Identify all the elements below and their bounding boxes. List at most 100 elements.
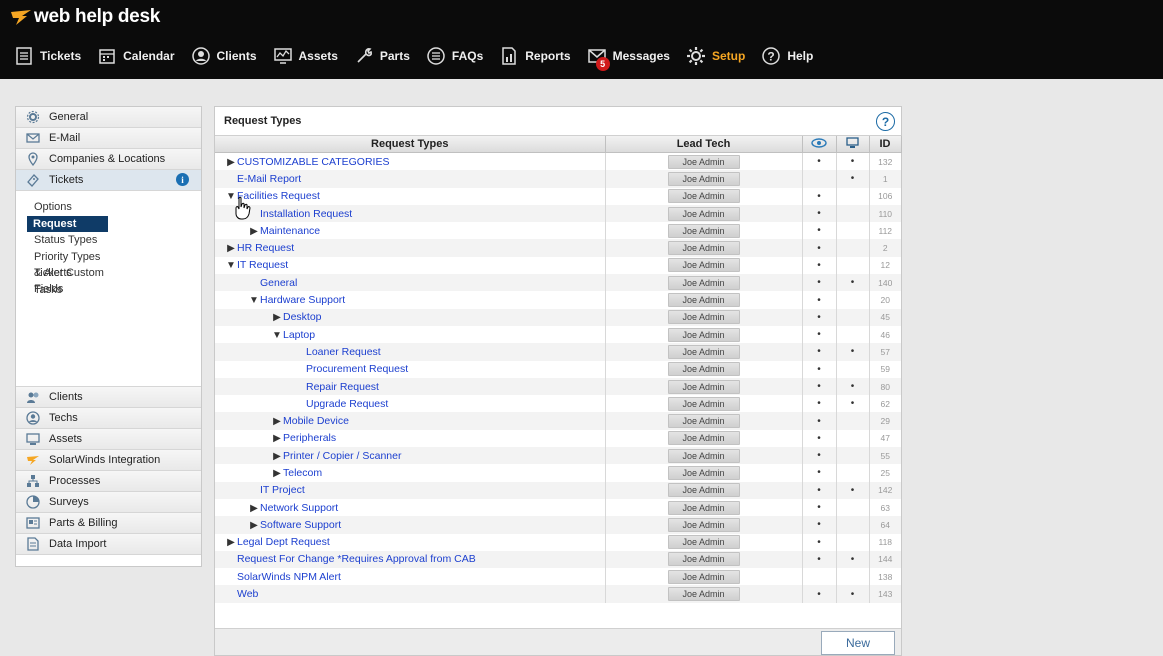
col-header-visible[interactable] — [802, 136, 837, 153]
table-row[interactable]: Upgrade Request Joe Admin • • 62 — [215, 395, 901, 413]
table-row[interactable]: Request For Change *Requires Approval fr… — [215, 550, 901, 569]
table-row[interactable]: ▼Laptop Joe Admin • 46 — [215, 325, 901, 344]
lead-tech-button[interactable]: Joe Admin — [667, 379, 740, 394]
table-row[interactable]: ▶ CUSTOMIZABLE CATEGORIES Joe Admin • • 1… — [215, 152, 901, 171]
request-type-link[interactable]: E-Mail Report — [237, 173, 301, 185]
sidebar-item-surveys[interactable]: Surveys — [16, 492, 201, 513]
subnav-item-status-types[interactable]: Status Types — [27, 232, 109, 249]
table-row[interactable]: ▶ Software Support Joe Admin • 64 — [215, 516, 901, 534]
table-row[interactable]: Loaner Request Joe Admin • • 57 — [215, 343, 901, 361]
table-row[interactable]: Repair Request Joe Admin • • 80 — [215, 377, 901, 396]
table-row[interactable]: ▼Hardware Support Joe Admin • 20 — [215, 291, 901, 309]
lead-tech-button[interactable]: Joe Admin — [667, 396, 740, 411]
app-logo[interactable]: web help desk — [10, 6, 160, 28]
request-type-link[interactable]: Laptop — [283, 329, 315, 341]
lead-tech-button[interactable]: Joe Admin — [667, 241, 740, 256]
sidebar-item-processes[interactable]: Processes — [16, 471, 201, 492]
collapse-arrow-icon[interactable]: ▼ — [248, 295, 260, 306]
sidebar-item-tickets[interactable]: Tickets i — [16, 170, 201, 191]
lead-tech-button[interactable]: Joe Admin — [667, 206, 740, 221]
lead-tech-button[interactable]: Joe Admin — [667, 223, 740, 238]
expand-arrow-icon[interactable]: ▶ — [271, 433, 283, 444]
col-header-request-types[interactable]: Request Types — [215, 136, 606, 153]
request-type-link[interactable]: Network Support — [260, 502, 338, 514]
request-type-link[interactable]: SolarWinds NPM Alert — [237, 571, 341, 583]
expand-arrow-icon[interactable]: ▶ — [271, 312, 283, 323]
request-type-link[interactable]: Mobile Device — [283, 415, 349, 427]
lead-tech-button[interactable]: Joe Admin — [667, 465, 740, 480]
nav-messages[interactable]: Messages 5 — [587, 46, 670, 71]
expand-arrow-icon[interactable]: ▶ — [248, 503, 260, 514]
request-type-link[interactable]: Web — [237, 588, 258, 600]
table-row[interactable]: Web Joe Admin • • 143 — [215, 585, 901, 603]
table-row[interactable]: Procurement Request Joe Admin • 59 — [215, 360, 901, 378]
table-row[interactable]: ▶ Mobile Device Joe Admin • 29 — [215, 412, 901, 430]
lead-tech-button[interactable]: Joe Admin — [667, 310, 740, 325]
lead-tech-button[interactable]: Joe Admin — [667, 414, 740, 429]
lead-tech-button[interactable]: Joe Admin — [667, 171, 740, 186]
expand-arrow-icon[interactable]: ▶ — [225, 157, 237, 168]
table-row[interactable]: IT Project Joe Admin • • 142 — [215, 481, 901, 499]
expand-arrow-icon[interactable]: ▶ — [225, 537, 237, 548]
nav-setup[interactable]: Setup — [686, 46, 745, 66]
sidebar-item-clients[interactable]: Clients — [16, 387, 201, 408]
col-header-lead-tech[interactable]: Lead Tech — [605, 136, 803, 153]
sidebar-item-data-import[interactable]: Data Import — [16, 534, 201, 555]
table-row[interactable]: Installation Request Joe Admin • 110 — [215, 204, 901, 223]
lead-tech-button[interactable]: Joe Admin — [667, 500, 740, 515]
request-type-link[interactable]: Software Support — [260, 519, 341, 531]
lead-tech-button[interactable]: Joe Admin — [667, 275, 740, 290]
request-type-link[interactable]: IT Request — [237, 259, 288, 271]
expand-arrow-icon[interactable]: ▶ — [248, 226, 260, 237]
table-row[interactable]: ▶ Telecom Joe Admin • 25 — [215, 464, 901, 482]
request-type-link[interactable]: IT Project — [260, 484, 305, 496]
table-row[interactable]: ▶ Network Support Joe Admin • 63 — [215, 498, 901, 517]
subnav-item-request-types[interactable]: Request Types — [27, 215, 108, 246]
request-type-link[interactable]: Repair Request — [306, 381, 379, 393]
expand-arrow-icon[interactable]: ▶ — [225, 243, 237, 254]
table-row[interactable]: ▶ Legal Dept Request Joe Admin • 118 — [215, 533, 901, 551]
new-request-type-button[interactable]: New — [821, 631, 895, 655]
lead-tech-button[interactable]: Joe Admin — [667, 293, 740, 308]
nav-help[interactable]: ? Help — [761, 46, 813, 66]
request-type-link[interactable]: Procurement Request — [306, 363, 408, 375]
lead-tech-button[interactable]: Joe Admin — [667, 431, 740, 446]
lead-tech-button[interactable]: Joe Admin — [667, 448, 740, 463]
table-row[interactable]: General Joe Admin • • 140 — [215, 274, 901, 292]
nav-reports[interactable]: Reports — [499, 46, 571, 66]
request-type-link[interactable]: Hardware Support — [260, 294, 345, 306]
table-row[interactable]: ▼IT Request Joe Admin • 12 — [215, 256, 901, 275]
col-header-display[interactable] — [836, 136, 870, 153]
nav-clients[interactable]: Clients — [191, 46, 257, 66]
nav-faqs[interactable]: FAQs — [426, 46, 483, 66]
col-header-id[interactable]: ID — [869, 136, 902, 153]
nav-assets[interactable]: Assets — [273, 46, 338, 66]
lead-tech-button[interactable]: Joe Admin — [667, 517, 740, 532]
request-type-link[interactable]: HR Request — [237, 242, 294, 254]
sidebar-item-techs[interactable]: Techs — [16, 408, 201, 429]
lead-tech-button[interactable]: Joe Admin — [667, 327, 740, 342]
sidebar-item-e-mail[interactable]: E-Mail — [16, 128, 201, 149]
sidebar-item-companies-locations[interactable]: Companies & Locations — [16, 149, 201, 170]
request-type-link[interactable]: Telecom — [283, 467, 322, 479]
table-row[interactable]: ▶ Desktop Joe Admin • 45 — [215, 308, 901, 326]
collapse-arrow-icon[interactable]: ▼ — [271, 330, 283, 341]
table-row[interactable]: ▶ Peripherals Joe Admin • 47 — [215, 429, 901, 448]
nav-calendar[interactable]: Calendar — [97, 46, 175, 66]
expand-arrow-icon[interactable]: ▶ — [271, 416, 283, 427]
lead-tech-button[interactable]: Joe Admin — [667, 154, 740, 169]
collapse-arrow-icon[interactable]: ▼ — [225, 260, 237, 271]
request-type-link[interactable]: Maintenance — [260, 225, 320, 237]
request-type-link[interactable]: Desktop — [283, 311, 322, 323]
sidebar-item-assets[interactable]: Assets — [16, 429, 201, 450]
subnav-item-tasks[interactable]: Tasks — [27, 282, 109, 299]
sidebar-item-solarwinds-integration[interactable]: SolarWinds Integration — [16, 450, 201, 471]
lead-tech-button[interactable]: Joe Admin — [667, 483, 740, 498]
request-type-link[interactable]: Upgrade Request — [306, 398, 388, 410]
request-type-link[interactable]: General — [260, 277, 297, 289]
expand-arrow-icon[interactable]: ▶ — [248, 520, 260, 531]
request-type-link[interactable]: Installation Request — [260, 208, 352, 220]
lead-tech-button[interactable]: Joe Admin — [667, 587, 740, 602]
request-type-link[interactable]: Printer / Copier / Scanner — [283, 450, 401, 462]
subnav-item-ticket-custom-fields[interactable]: Ticket Custom Fields — [27, 265, 109, 295]
